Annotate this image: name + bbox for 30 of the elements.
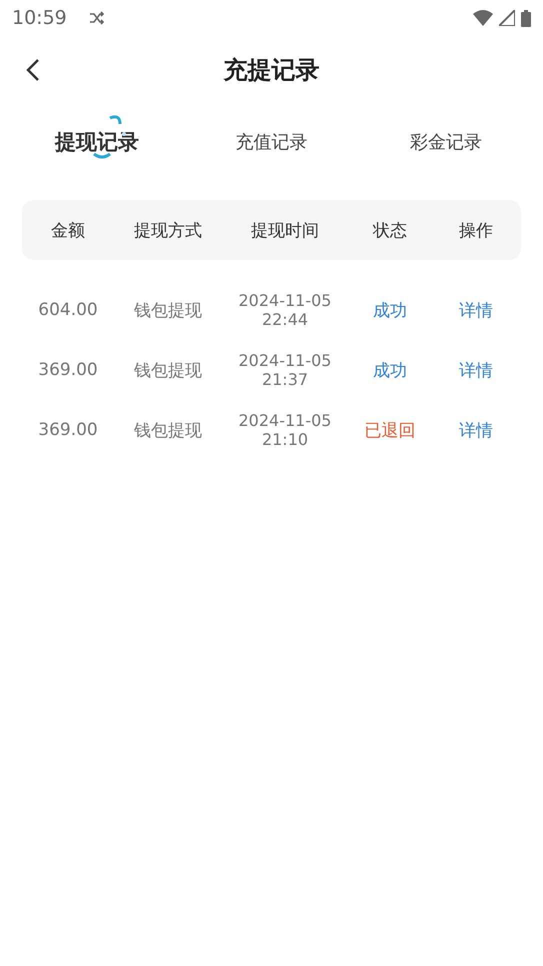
back-icon[interactable] [26,58,40,82]
page-title: 充提记录 [224,55,320,86]
time-cell-text: 2024-11-05 21:37 [238,350,332,390]
tab[interactable]: 彩金记录 [410,130,482,154]
time-cell-text: 2024-11-05 21:10 [238,410,332,450]
amount-cell: 369.00 [38,360,98,380]
details-link[interactable]: 详情 [459,358,493,382]
signal-icon [499,10,515,26]
amount-cell: 369.00 [38,420,98,440]
wifi-icon [473,10,493,26]
column-header: 提现时间 [251,220,319,242]
tab[interactable]: 提现记录 [55,128,140,156]
column-header: 操作 [459,220,493,242]
status-cell-text: 成功 [373,300,407,322]
column-header: 状态 [373,220,407,242]
method-cell-text: 钱包提现 [134,420,202,442]
shuffle-icon [88,11,105,25]
time-cell-text: 2024-11-05 22:44 [238,290,332,330]
status-cell-text: 已退回 [364,420,416,442]
status-time: 10:59 [12,7,67,29]
column-header: 金额 [51,220,85,242]
status-cell-text: 成功 [373,360,407,382]
details-link[interactable]: 详情 [459,418,493,442]
details-link[interactable]: 详情 [459,298,493,322]
battery-icon [521,10,531,26]
amount-cell: 604.00 [38,300,98,320]
column-header: 提现方式 [134,220,202,242]
method-cell-text: 钱包提现 [134,360,202,382]
method-cell-text: 钱包提现 [134,300,202,322]
tab[interactable]: 充值记录 [235,130,308,154]
